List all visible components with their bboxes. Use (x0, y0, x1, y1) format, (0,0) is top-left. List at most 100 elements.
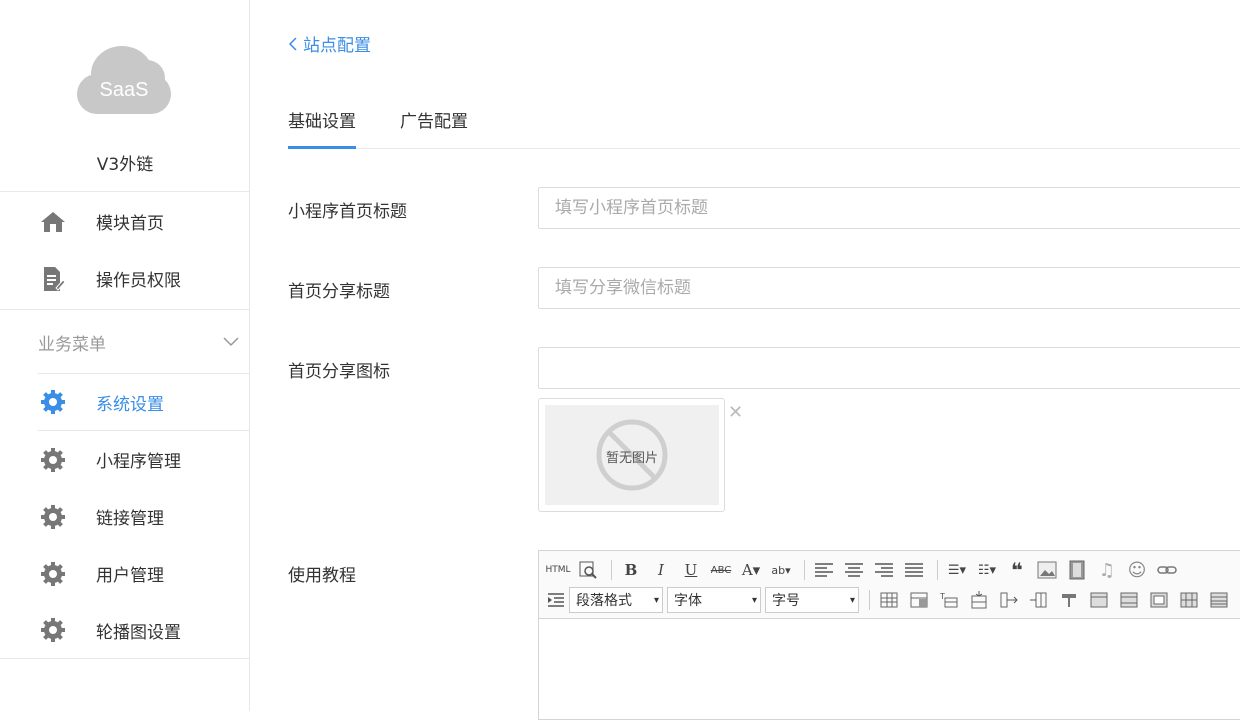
link-icon[interactable] (1154, 558, 1180, 582)
html-source-button[interactable]: HTML (545, 558, 571, 582)
align-right-icon[interactable] (871, 558, 897, 582)
logo-text: SaaS (99, 79, 149, 101)
sidebar-item-label: 系统设置 (96, 394, 164, 415)
no-image-text: 暂无图片 (605, 451, 658, 466)
share-title-input[interactable] (538, 267, 1240, 309)
strikethrough-icon[interactable]: ABC (708, 558, 734, 582)
toolbar-row-2: 段落格式 ▾ 字体 ▾ 字号 ▾ T (545, 586, 1236, 614)
paragraph-format-value: 段落格式 (576, 593, 632, 609)
toolbar-divider (611, 560, 612, 580)
image-placeholder: 暂无图片 (545, 405, 719, 505)
indent-icon[interactable] (545, 588, 567, 612)
split-cell-icon[interactable] (1056, 588, 1082, 612)
document-edit-icon (40, 266, 66, 292)
table-properties-icon[interactable] (906, 588, 932, 612)
font-color-icon[interactable]: A▾ (738, 558, 764, 582)
split-rows-icon[interactable] (1176, 588, 1202, 612)
italic-icon[interactable]: I (648, 558, 674, 582)
align-justify-icon[interactable] (901, 558, 927, 582)
chevron-down-icon: ▾ (751, 595, 757, 606)
sidebar-item-carousel-settings[interactable]: 轮播图设置 (0, 602, 249, 659)
merge-right-icon[interactable] (1116, 588, 1142, 612)
highlight-icon[interactable]: ab▾ (768, 558, 794, 582)
merge-cells-icon[interactable] (1086, 588, 1112, 612)
gear-icon (40, 561, 66, 587)
sidebar-item-user-management[interactable]: 用户管理 (0, 545, 249, 602)
emoji-icon[interactable]: ☺ (1124, 558, 1150, 582)
sidebar-item-label: 链接管理 (96, 509, 164, 529)
music-icon[interactable]: ♫ (1094, 558, 1120, 582)
tab-ad-config[interactable]: 广告配置 (400, 107, 468, 146)
tutorial-label: 使用教程 (288, 566, 356, 586)
image-icon[interactable] (1034, 558, 1060, 582)
main-content: 站点配置 基础设置 广告配置 小程序首页标题 首页分享标题 首页分享图标 暂无图… (250, 0, 1240, 720)
insert-row-icon[interactable] (966, 588, 992, 612)
site-name: V3外链 (96, 155, 154, 175)
sidebar-item-label: 模块首页 (96, 214, 164, 234)
menu-group-label: 业务菜单 (38, 335, 106, 355)
sidebar-item-label: 小程序管理 (96, 452, 181, 472)
back-link-label: 站点配置 (303, 36, 371, 56)
merge-down-icon[interactable] (1146, 588, 1172, 612)
tab-basic-settings[interactable]: 基础设置 (288, 107, 356, 149)
align-center-icon[interactable] (841, 558, 867, 582)
gear-icon (40, 389, 66, 415)
font-size-value: 字号 (772, 593, 800, 609)
blockquote-icon[interactable]: ❝ (1004, 558, 1030, 582)
font-size-select[interactable]: 字号 ▾ (765, 587, 859, 613)
delete-col-icon[interactable] (1026, 588, 1052, 612)
sidebar-item-module-home[interactable]: 模块首页 (0, 193, 249, 250)
sidebar-item-link-management[interactable]: 链接管理 (0, 488, 249, 545)
rich-text-editor[interactable]: HTML B I U ABC A▾ ab▾ ☰▾ ☷▾ ❝ ♫ ☺ 段落格式 ▾… (538, 550, 1240, 720)
saas-cloud-logo: SaaS (77, 46, 171, 114)
align-left-icon[interactable] (811, 558, 837, 582)
logo-area: SaaS V3外链 (0, 0, 249, 192)
gear-icon (40, 447, 66, 473)
miniprogram-title-input[interactable] (538, 187, 1240, 229)
share-icon-input[interactable] (538, 347, 1240, 389)
sidebar-item-label: 轮播图设置 (96, 622, 181, 643)
gear-icon (40, 504, 66, 530)
sidebar: SaaS V3外链 模块首页 操作员权限 业务菜单 系统设置 小程序管理 链接管… (0, 0, 250, 711)
image-preview[interactable]: 暂无图片 (538, 398, 725, 512)
paragraph-format-select[interactable]: 段落格式 ▾ (569, 587, 663, 613)
chevron-down-icon (223, 332, 239, 347)
top-menu: 模块首页 操作员权限 (0, 192, 249, 310)
editor-toolbar: HTML B I U ABC A▾ ab▾ ☰▾ ☷▾ ❝ ♫ ☺ 段落格式 ▾… (539, 551, 1240, 619)
split-cols-icon[interactable] (1206, 588, 1232, 612)
toolbar-divider (869, 590, 870, 610)
close-icon[interactable]: ✕ (728, 402, 743, 423)
sidebar-item-label: 用户管理 (96, 566, 164, 586)
chevron-down-icon: ▾ (849, 595, 855, 606)
svg-text:T: T (940, 592, 945, 601)
preview-icon[interactable] (575, 558, 601, 582)
chevron-down-icon: ▾ (653, 595, 659, 606)
sidebar-item-miniprogram-management[interactable]: 小程序管理 (0, 431, 249, 488)
sidebar-item-operator-permissions[interactable]: 操作员权限 (0, 250, 249, 307)
sidebar-item-label: 操作员权限 (96, 271, 181, 291)
share-icon-label: 首页分享图标 (288, 362, 390, 382)
home-icon (40, 209, 66, 235)
insert-col-icon[interactable] (996, 588, 1022, 612)
miniprogram-title-label: 小程序首页标题 (288, 202, 407, 222)
unordered-list-icon[interactable]: ☷▾ (974, 558, 1000, 582)
bold-icon[interactable]: B (618, 558, 644, 582)
share-title-label: 首页分享标题 (288, 282, 390, 302)
insert-table-icon[interactable] (876, 588, 902, 612)
ordered-list-icon[interactable]: ☰▾ (944, 558, 970, 582)
editor-content-area[interactable] (539, 619, 1240, 719)
tab-bar: 基础设置 广告配置 (288, 96, 1240, 149)
toolbar-row-1: HTML B I U ABC A▾ ab▾ ☰▾ ☷▾ ❝ ♫ ☺ (545, 556, 1184, 584)
toolbar-divider (804, 560, 805, 580)
underline-icon[interactable]: U (678, 558, 704, 582)
table-caption-icon[interactable]: T (936, 588, 962, 612)
video-icon[interactable] (1064, 558, 1090, 582)
back-link[interactable]: 站点配置 (288, 31, 371, 56)
gear-icon (40, 617, 66, 643)
font-family-select[interactable]: 字体 ▾ (667, 587, 761, 613)
font-family-value: 字体 (674, 593, 702, 609)
sidebar-item-system-settings[interactable]: 系统设置 (38, 374, 249, 431)
chevron-left-icon (288, 36, 297, 56)
menu-group-business[interactable]: 业务菜单 (38, 310, 249, 374)
toolbar-divider (937, 560, 938, 580)
